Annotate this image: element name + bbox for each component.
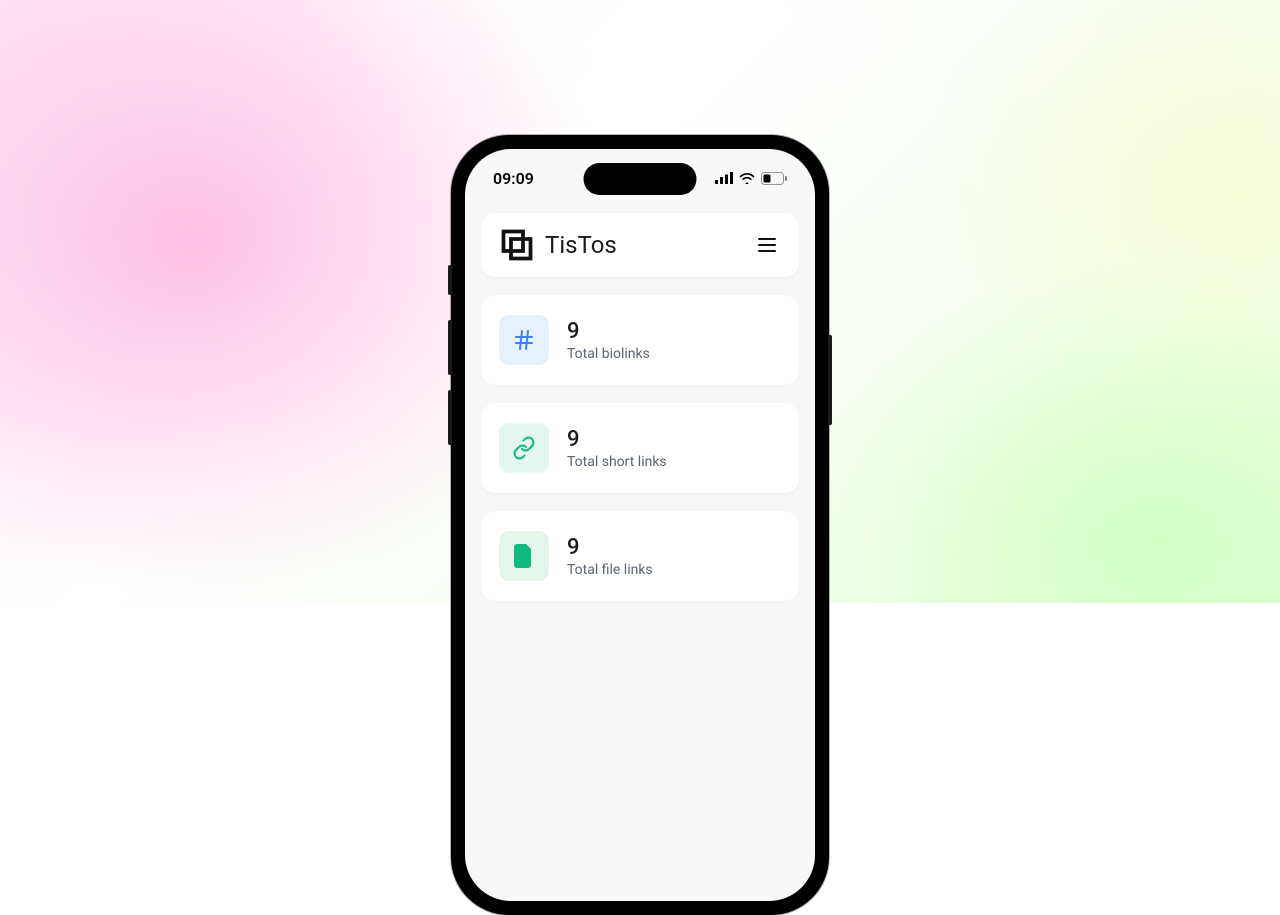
file-icon [499,531,549,581]
brand[interactable]: TisTos [499,227,617,263]
hash-icon [499,315,549,365]
stat-value: 9 [567,319,650,344]
stat-label: Total file links [567,562,653,578]
stat-text: 9 Total file links [567,535,653,578]
brand-logo-icon [499,227,535,263]
stat-label: Total short links [567,454,667,470]
stat-text: 9 Total short links [567,427,667,470]
phone-button [448,390,452,445]
phone-button [828,335,832,425]
phone-screen: 09:09 [465,149,815,901]
app-header: TisTos [481,213,799,277]
phone-frame: 09:09 [451,135,829,915]
stat-value: 9 [567,427,667,452]
hamburger-icon [758,238,776,252]
stat-card-shortlinks[interactable]: 9 Total short links [481,403,799,493]
status-time: 09:09 [493,169,534,188]
stat-card-filelinks[interactable]: 9 Total file links [481,511,799,601]
stat-value: 9 [567,535,653,560]
stat-card-biolinks[interactable]: 9 Total biolinks [481,295,799,385]
status-icons [715,172,787,185]
link-icon [499,423,549,473]
app-content: TisTos [465,199,815,633]
stat-text: 9 Total biolinks [567,319,650,362]
phone-button [448,320,452,375]
cellular-signal-icon [715,172,733,184]
stat-label: Total biolinks [567,346,650,362]
brand-name: TisTos [545,231,617,259]
battery-icon [761,172,787,185]
hamburger-menu-button[interactable] [753,231,781,259]
wifi-icon [739,172,755,184]
dynamic-island [584,163,697,195]
phone-button [448,265,452,295]
